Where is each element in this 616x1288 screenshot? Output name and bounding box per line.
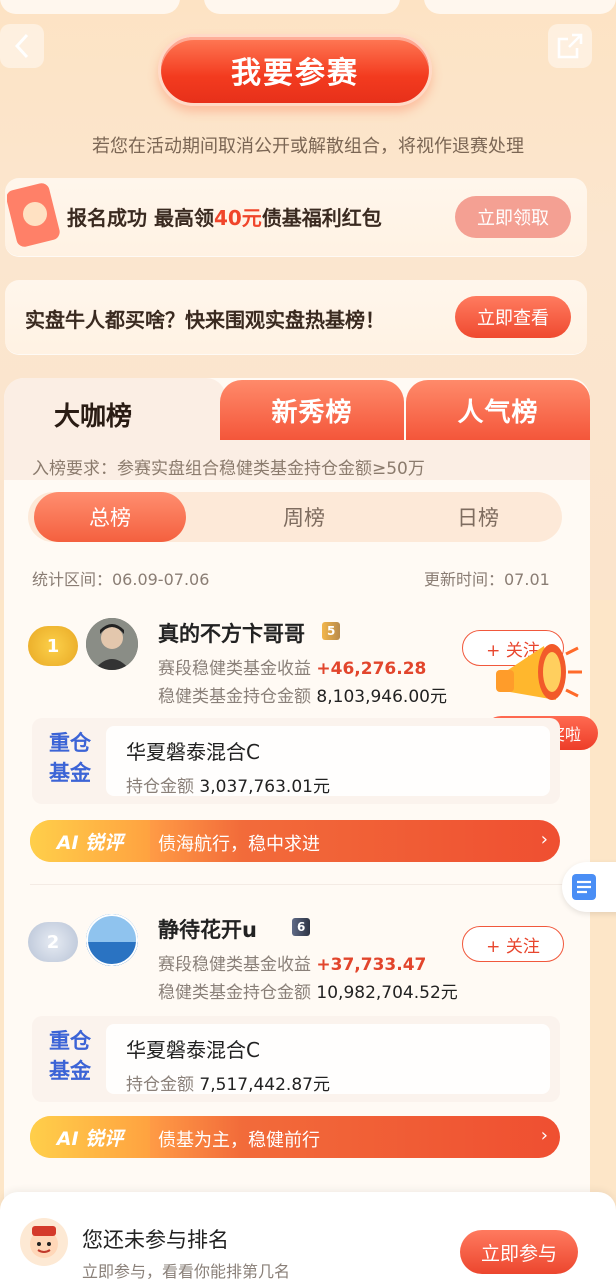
heavy-fund-tag: 重仓基金 [49,731,91,785]
not-ranked-subtitle: 立即参与，看看你能排第几名 [82,1262,291,1281]
red-packet-icon [7,183,60,247]
tab-renqibang[interactable]: 人气榜 [406,380,590,440]
join-contest-button[interactable]: 我要参赛 [158,34,432,106]
period-week[interactable]: 周榜 [234,492,374,542]
level-number: 5 [327,624,336,638]
top-strip [0,0,616,16]
fund-detail: 华夏磐泰混合C 持仓金额 7,517,442.87元 [106,1024,550,1095]
follow-button[interactable]: + 关注 [462,926,564,962]
ai-comment: 债海航行，稳中求进 [158,834,320,855]
update-time: 更新时间：07.01 [424,570,550,589]
side-float-button[interactable] [562,862,616,912]
ai-comment-bar[interactable]: AI 锐评 债基为主，稳健前行 › [30,1116,560,1158]
tab-dakabang[interactable]: 大咖榜 [4,378,226,442]
period-day[interactable]: 日榜 [408,492,548,542]
level-badge: 6 [292,918,311,936]
avatar[interactable] [86,914,138,966]
join-now-button[interactable]: 立即参与 [460,1230,578,1274]
heavy-fund-tag: 重仓基金 [49,1029,91,1083]
hot-fund-text: 实盘牛人都买啥？快来围观实盘热基榜！ [25,308,385,332]
period-total-label: 总榜 [89,506,131,530]
tab-renqibang-label: 人气榜 [457,397,539,428]
rank-requirement: 入榜要求：参赛实盘组合稳健类基金持仓金额≥50万 [32,459,425,479]
join-now-label: 立即参与 [480,1242,557,1265]
fund-box[interactable]: 重仓基金 华夏磐泰混合C 持仓金额 3,037,763.01元 [32,718,560,804]
mascot-avatar [20,1218,68,1266]
document-icon [572,874,596,900]
level-number: 6 [297,920,306,934]
fund-holding: 持仓金额 7,517,442.87元 [126,1075,330,1095]
chevron-left-icon [14,33,29,59]
fund-holding: 持仓金额 3,037,763.01元 [126,777,330,797]
join-contest-label: 我要参赛 [231,56,359,91]
megaphone-icon[interactable] [492,634,584,718]
share-button[interactable] [548,24,592,68]
holding-stat: 稳健类基金持仓金额 8,103,946.00元 [158,687,447,707]
claim-button[interactable]: 立即领取 [455,196,571,238]
tab-xinxiubang[interactable]: 新秀榜 [220,380,404,440]
user-name[interactable]: 真的不方卞哥哥 [158,618,305,648]
ai-comment-bar[interactable]: AI 锐评 债海航行，稳中求进 › [30,820,560,862]
ai-tag: AI 锐评 [30,820,150,862]
avatar[interactable] [86,618,138,670]
back-button[interactable] [0,24,44,68]
withdraw-notice: 若您在活动期间取消公开或解散组合，将视作退赛处理 [92,136,524,157]
level-badge: 5 [322,622,341,640]
share-icon [557,33,583,59]
holding-stat: 稳健类基金持仓金额 10,982,704.52元 [158,983,458,1003]
claim-label: 立即领取 [477,208,549,229]
period-switch: 总榜 周榜 日榜 [28,492,562,542]
tab-xinxiubang-label: 新秀榜 [271,397,353,428]
rank-number: 1 [46,635,60,657]
view-button[interactable]: 立即查看 [455,296,571,338]
ai-comment: 债基为主，稳健前行 [158,1130,320,1151]
rank-medal-1: 1 [28,626,78,666]
ai-tag: AI 锐评 [30,1116,150,1158]
income-stat: 赛段稳健类基金收益 +37,733.47 [158,955,427,975]
income-stat: 赛段稳健类基金收益 +46,276.28 [158,659,427,679]
divider [30,884,586,885]
follow-label: + 关注 [486,936,540,957]
tab-dakabang-label: 大咖榜 [54,402,133,432]
chevron-right-icon: › [540,829,548,850]
stat-range: 统计区间：06.09-07.06 [32,570,210,589]
user-name[interactable]: 静待花开u [158,914,257,944]
view-label: 立即查看 [477,308,549,329]
rank-number: 2 [46,931,60,953]
not-ranked-title: 您还未参与排名 [82,1228,229,1252]
fund-box[interactable]: 重仓基金 华夏磐泰混合C 持仓金额 7,517,442.87元 [32,1016,560,1102]
fund-name: 华夏磐泰混合C [126,1038,260,1062]
reward-text: 报名成功 最高领40元债基福利红包 [67,206,382,230]
reward-banner[interactable]: 报名成功 最高领40元债基福利红包 立即领取 [5,178,587,256]
avatar-image [86,914,138,966]
period-total[interactable]: 总榜 [34,492,186,542]
rank-medal-2: 2 [28,922,78,962]
fund-detail: 华夏磐泰混合C 持仓金额 3,037,763.01元 [106,726,550,797]
mascot-icon [30,1226,58,1258]
period-week-label: 周榜 [283,506,325,530]
hot-fund-banner[interactable]: 实盘牛人都买啥？快来围观实盘热基榜！ 立即查看 [5,280,587,354]
fund-name: 华夏磐泰混合C [126,740,260,764]
avatar-image [86,618,138,670]
period-day-label: 日榜 [457,506,499,530]
bottom-join-bar: 您还未参与排名 立即参与，看看你能排第几名 立即参与 [0,1192,616,1288]
chevron-right-icon: › [540,1125,548,1146]
